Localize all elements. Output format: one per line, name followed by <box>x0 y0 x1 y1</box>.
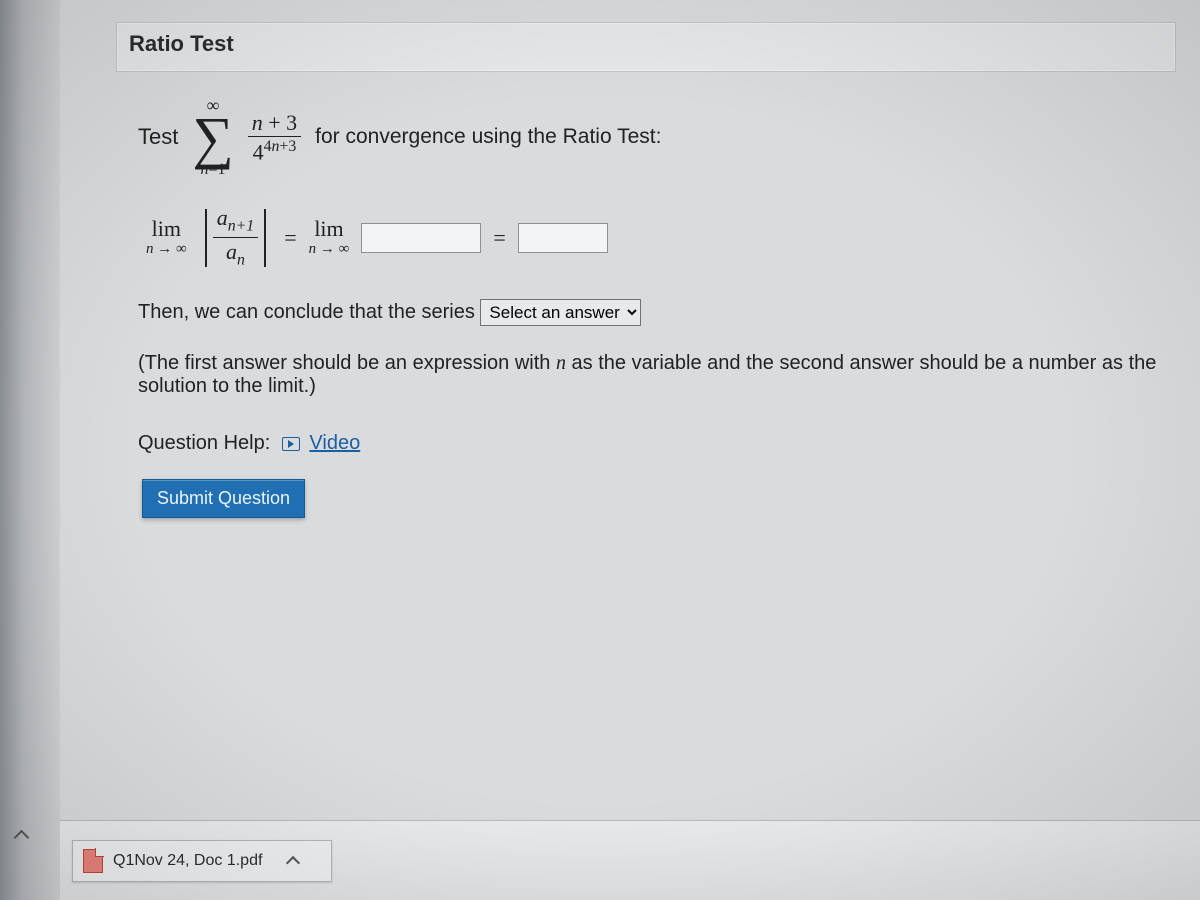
submit-question-button[interactable]: Submit Question <box>142 479 305 518</box>
test-label: Test <box>138 124 178 150</box>
pdf-file-icon <box>83 849 103 873</box>
browser-left-chrome <box>0 0 60 900</box>
lim-block-mid: lim n → ∞ <box>309 218 350 257</box>
abs-bar-left-icon <box>205 209 207 267</box>
abs-ratio: an+1 an <box>199 206 273 269</box>
for-convergence-text: for convergence using the Ratio Test: <box>315 125 661 149</box>
download-item[interactable]: Q1Nov 24, Doc 1.pdf <box>72 840 332 882</box>
abs-bar-right-icon <box>264 209 266 267</box>
conclusion-select[interactable]: Select an answer <box>480 299 641 326</box>
video-play-icon[interactable] <box>282 437 300 451</box>
question-title-box: Ratio Test <box>116 22 1176 72</box>
fraction-denominator: 44n+3 <box>249 137 301 163</box>
help-label: Question Help: <box>138 432 270 454</box>
sigma-lower: n=1 <box>201 162 226 178</box>
question-help-line: Question Help: Video <box>138 432 1174 455</box>
lim-block-left: lim n → ∞ <box>146 218 187 257</box>
sigma-icon: ∑ <box>192 112 233 164</box>
limit-value-input[interactable] <box>518 223 608 253</box>
ratio-fraction: an+1 an <box>213 206 259 269</box>
content-area: Ratio Test Test ∞ ∑ n=1 n + 3 44n+3 for <box>60 0 1200 820</box>
hint-text: (The first answer should be an expressio… <box>138 352 1188 398</box>
conclusion-pre-text: Then, we can conclude that the series <box>138 301 480 323</box>
chevron-up-icon[interactable] <box>286 854 300 868</box>
question-title: Ratio Test <box>129 31 234 56</box>
question-body: Test ∞ ∑ n=1 n + 3 44n+3 for convergence… <box>116 72 1196 518</box>
expression-input[interactable] <box>361 223 481 253</box>
fraction-numerator: n + 3 <box>248 111 301 137</box>
equals-sign-1: = <box>284 225 296 251</box>
chevron-up-icon[interactable] <box>14 828 30 844</box>
series-term-fraction: n + 3 44n+3 <box>248 111 301 164</box>
conclusion-line: Then, we can conclude that the series Se… <box>138 299 1174 326</box>
series-expression: Test ∞ ∑ n=1 n + 3 44n+3 for convergence… <box>138 96 1174 178</box>
download-shelf: Q1Nov 24, Doc 1.pdf <box>60 820 1200 900</box>
download-file-name: Q1Nov 24, Doc 1.pdf <box>113 852 262 870</box>
sigma-block: ∞ ∑ n=1 <box>192 96 233 178</box>
video-link[interactable]: Video <box>309 432 360 454</box>
limit-equation: lim n → ∞ an+1 an = lim n → ∞ <box>146 206 1174 269</box>
equals-sign-2: = <box>493 225 505 251</box>
